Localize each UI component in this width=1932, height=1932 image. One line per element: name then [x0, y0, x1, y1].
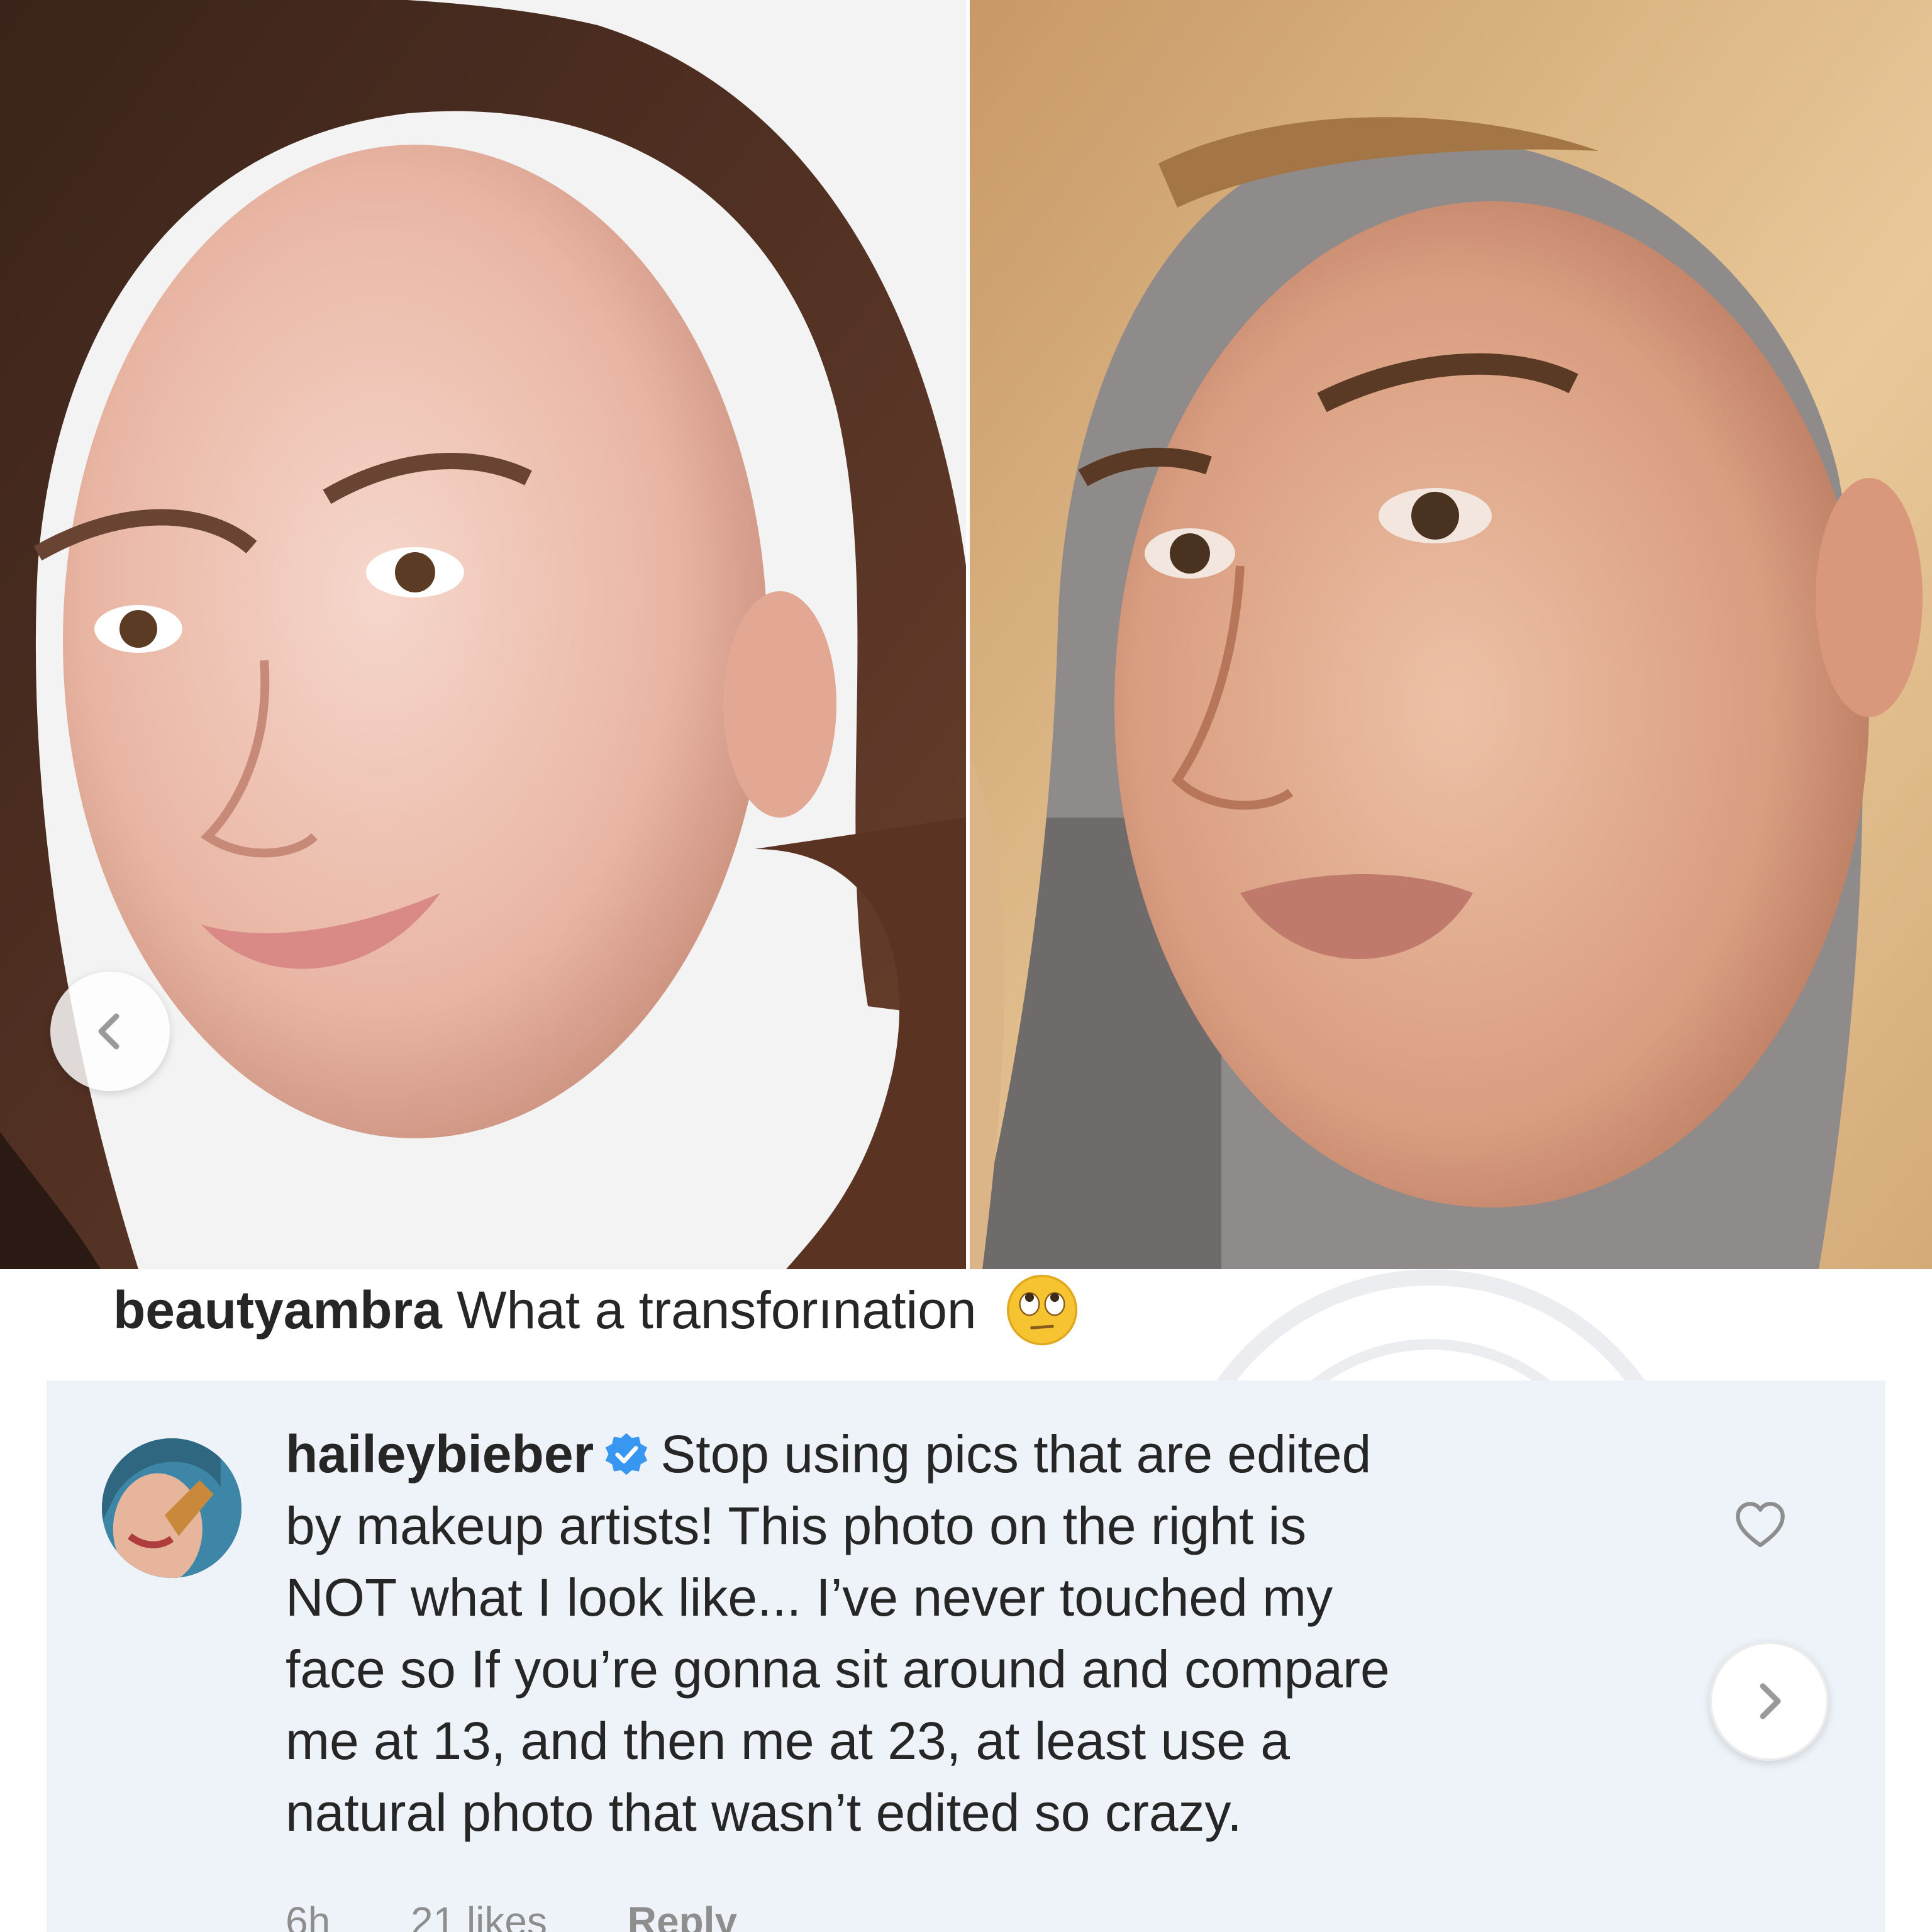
reply-button[interactable]: Reply	[628, 1899, 737, 1932]
right-photo	[970, 0, 1932, 1269]
photo-comparison	[0, 0, 1932, 1269]
reply-body: haileybieber Stop using pics that are edi…	[286, 1418, 1707, 1848]
reply-text-line: me at 13, and then me at 23, at least us…	[286, 1711, 1291, 1770]
next-button[interactable]	[1709, 1641, 1829, 1761]
reply-timestamp: 6h	[286, 1899, 331, 1932]
reply-comment: haileybieber Stop using pics that are edi…	[47, 1380, 1885, 1932]
reply-text-line: natural photo that wasn’t edited so craz…	[286, 1783, 1242, 1842]
reply-text-line: face so If you’re gonna sit around and c…	[286, 1640, 1390, 1699]
reply-line-1: haileybieber Stop using pics that are edi…	[286, 1418, 1707, 1490]
caption-comment: beautyambra What a transforınation	[113, 1274, 1079, 1345]
chevron-right-icon	[1760, 1683, 1781, 1719]
reply-text-line: NOT what I look like... I’ve never touch…	[286, 1568, 1333, 1627]
avatar[interactable]	[102, 1438, 242, 1578]
reply-likes-count[interactable]: 21 likes	[411, 1899, 547, 1932]
verified-badge-icon	[605, 1433, 648, 1475]
caption-username[interactable]: beautyambra	[113, 1280, 442, 1340]
reply-text-line: Stop using pics that are edited	[660, 1424, 1372, 1484]
reply-username[interactable]: haileybieber	[286, 1424, 594, 1484]
previous-button[interactable]	[50, 972, 170, 1091]
chevron-left-icon	[98, 1013, 119, 1050]
caption-text: What a transforınation	[457, 1280, 977, 1340]
face-with-rolling-eyes-emoji	[1006, 1274, 1078, 1345]
reply-meta: 6h 21 likes Reply	[286, 1896, 806, 1932]
heart-outline-icon[interactable]	[1732, 1497, 1789, 1553]
reply-text-line: by makeup artists! This photo on the rig…	[286, 1496, 1307, 1555]
